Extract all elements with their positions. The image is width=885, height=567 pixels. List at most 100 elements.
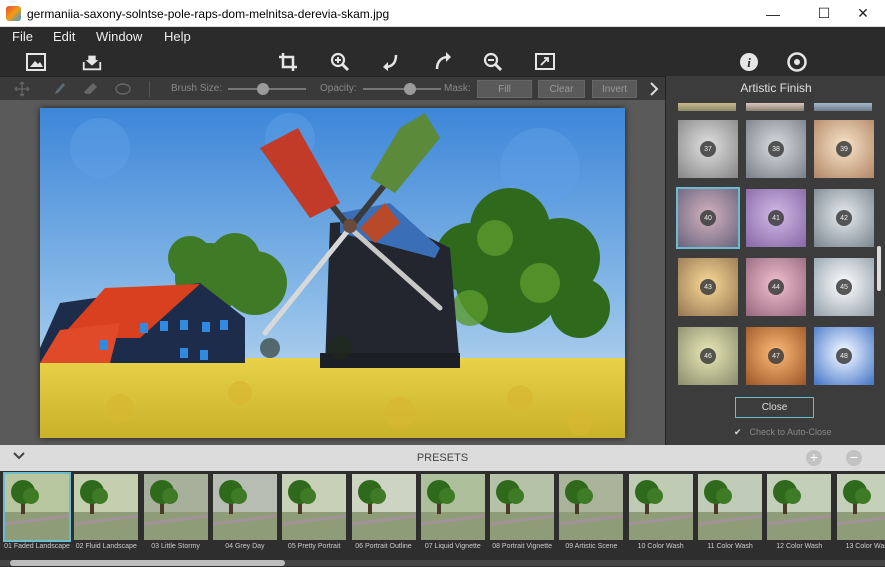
finish-swatch-47[interactable]: 47 [746,327,806,385]
swatch-number: 48 [836,348,852,364]
preset-thumbnail[interactable] [698,474,762,540]
windmill-painting [40,108,625,438]
preset-preview-image [282,474,347,540]
presets-scrollbar-thumb[interactable] [10,560,285,566]
preset-preview-image [559,474,624,540]
preset-thumbnail[interactable] [212,474,277,540]
image-canvas[interactable] [40,108,625,438]
preset-preview-image [767,474,832,540]
redo-icon[interactable] [432,51,454,73]
finish-swatch-37[interactable]: 37 [678,120,738,178]
preset-label: 11 Color Wash [707,543,753,550]
brush-size-slider-knob[interactable] [257,83,270,95]
preset-thumbnail[interactable] [143,474,208,540]
menu-help[interactable]: Help [164,29,191,44]
canvas-workspace [0,100,665,445]
menu-window[interactable]: Window [96,29,142,44]
panel-scrollbar[interactable] [877,246,881,291]
move-tool-icon[interactable] [14,81,30,100]
open-image-icon[interactable] [25,51,47,73]
options-divider [149,81,150,97]
preset-label: 10 Color Wash [637,543,684,550]
finish-swatch-39[interactable]: 39 [814,120,874,178]
swatch-partial [746,103,804,111]
menu-file[interactable]: File [12,29,33,44]
preset-preview-image [628,474,693,540]
preset-label: 02 Fluid Landscape [75,543,137,550]
maximize-button[interactable]: ☐ [802,0,846,27]
title-bar: germaniia-saxony-solntse-pole-raps-dom-m… [0,0,885,27]
presets-header: PRESETS + − [0,445,885,471]
mask-label: Mask: [444,83,471,94]
finish-swatch-43[interactable]: 43 [678,258,738,316]
preset-thumbnail[interactable] [420,474,485,540]
preset-thumbnail[interactable] [74,474,139,540]
swatch-number: 47 [768,348,784,364]
preset-thumbnail[interactable] [628,474,693,540]
opacity-slider-knob[interactable] [403,83,416,95]
preset-thumbnail[interactable] [767,474,832,540]
opacity-slider[interactable] [363,83,441,95]
preset-label: 01 Faded Landscape [4,543,70,550]
info-icon[interactable]: i [738,51,760,73]
preset-preview-image [143,474,208,540]
menu-edit[interactable]: Edit [53,29,75,44]
zoom-out-icon[interactable] [482,51,504,73]
auto-close-label: Check to Auto-Close [749,427,832,437]
presets-scrollbar[interactable] [0,560,885,566]
finish-swatch-42[interactable]: 42 [814,189,874,247]
settings-icon[interactable] [786,51,808,73]
add-preset-icon[interactable]: + [806,450,822,466]
eraser-tool-icon[interactable] [82,81,98,100]
zoom-in-icon[interactable] [329,51,351,73]
finish-swatch-48[interactable]: 48 [814,327,874,385]
preset-thumbnail[interactable] [3,472,71,542]
preset-label: 04 Grey Day [225,543,265,550]
crop-icon[interactable] [277,51,299,73]
artistic-finish-panel: Artistic Finish 37 38 39 40 41 42 43 44 45 46 47 48… [665,76,885,445]
close-button[interactable]: Close [735,397,814,418]
preset-preview-image [490,474,555,540]
auto-close-option[interactable]: ✔ Check to Auto-Close [734,427,832,438]
mask-fill-button[interactable]: Fill [477,80,532,98]
swatch-number: 45 [836,279,852,295]
finish-swatch-44[interactable]: 44 [746,258,806,316]
fit-to-screen-icon[interactable] [534,51,556,73]
undo-icon[interactable] [380,51,402,73]
panel-title: Artistic Finish [740,81,812,95]
preset-thumbnail[interactable] [836,474,885,540]
auto-close-checkbox[interactable]: ✔ [734,427,744,438]
preset-preview-image [74,474,139,540]
finish-swatch-45[interactable]: 45 [814,258,874,316]
swatch-number: 37 [700,141,716,157]
preset-label: 12 Color Wash [776,543,823,550]
swatch-number: 40 [700,210,716,226]
panel-toggle-chevron-icon[interactable] [648,81,660,100]
window-title: germaniia-saxony-solntse-pole-raps-dom-m… [27,7,390,21]
brush-tool-icon[interactable] [50,81,66,100]
preset-thumbnail[interactable] [559,474,624,540]
finish-swatch-41[interactable]: 41 [746,189,806,247]
preset-label: 07 Liquid Vignette [424,543,481,550]
mask-clear-button[interactable]: Clear [538,80,585,98]
swatch-partial [814,103,872,111]
close-window-button[interactable]: ✕ [841,0,885,27]
swatch-number: 43 [700,279,716,295]
preset-label: 06 Portrait Outline [355,543,412,550]
brush-size-label: Brush Size: [171,83,223,94]
preset-preview-image [698,474,762,540]
minimize-button[interactable]: — [751,0,795,27]
finish-swatch-46[interactable]: 46 [678,327,738,385]
preset-thumbnail[interactable] [282,474,347,540]
preset-thumbnail[interactable] [490,474,555,540]
mask-invert-button[interactable]: Invert [592,80,637,98]
brush-size-slider[interactable] [228,83,306,95]
swatch-partial [678,103,736,111]
ellipse-tool-icon[interactable] [114,81,132,100]
preset-thumbnail[interactable] [351,474,416,540]
finish-swatch-40[interactable]: 40 [676,187,740,249]
remove-preset-icon[interactable]: − [846,450,862,466]
save-export-icon[interactable] [81,51,103,73]
preset-preview-image [420,474,485,540]
finish-swatch-38[interactable]: 38 [746,120,806,178]
